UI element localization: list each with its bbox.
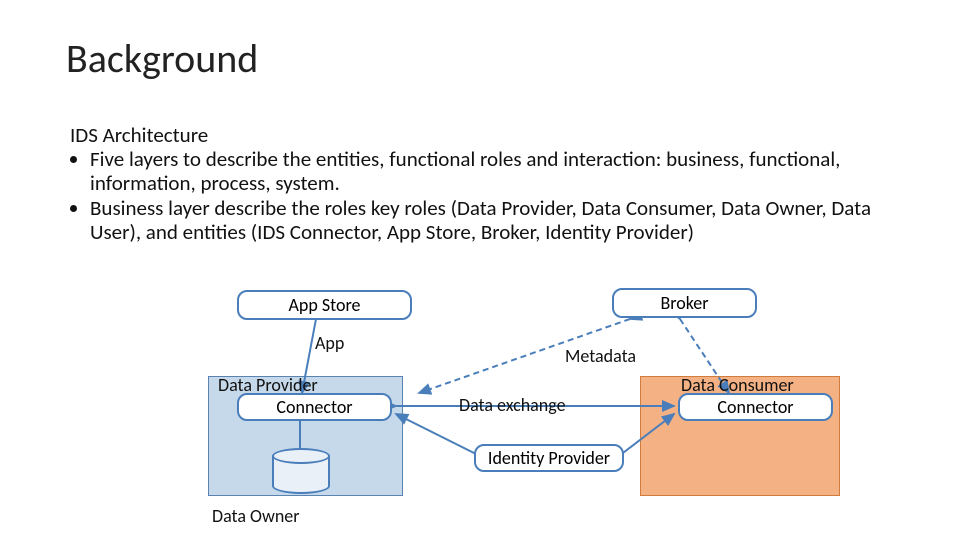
data-exchange-label: Data exchange [459,394,566,416]
slide: Background IDS Architecture Five layers … [0,0,960,540]
metadata-label: Metadata [565,345,636,367]
broker-box: Broker [612,288,757,318]
connector-right-box: Connector [678,393,833,421]
identity-provider-box: Identity Provider [474,444,624,472]
app-label: App [315,332,344,354]
connector-left-box: Connector [237,393,392,421]
diagram: App Store Broker App Metadata Data Provi… [0,0,960,540]
app-store-box: App Store [237,290,412,320]
data-owner-title: Data Owner [212,505,300,527]
